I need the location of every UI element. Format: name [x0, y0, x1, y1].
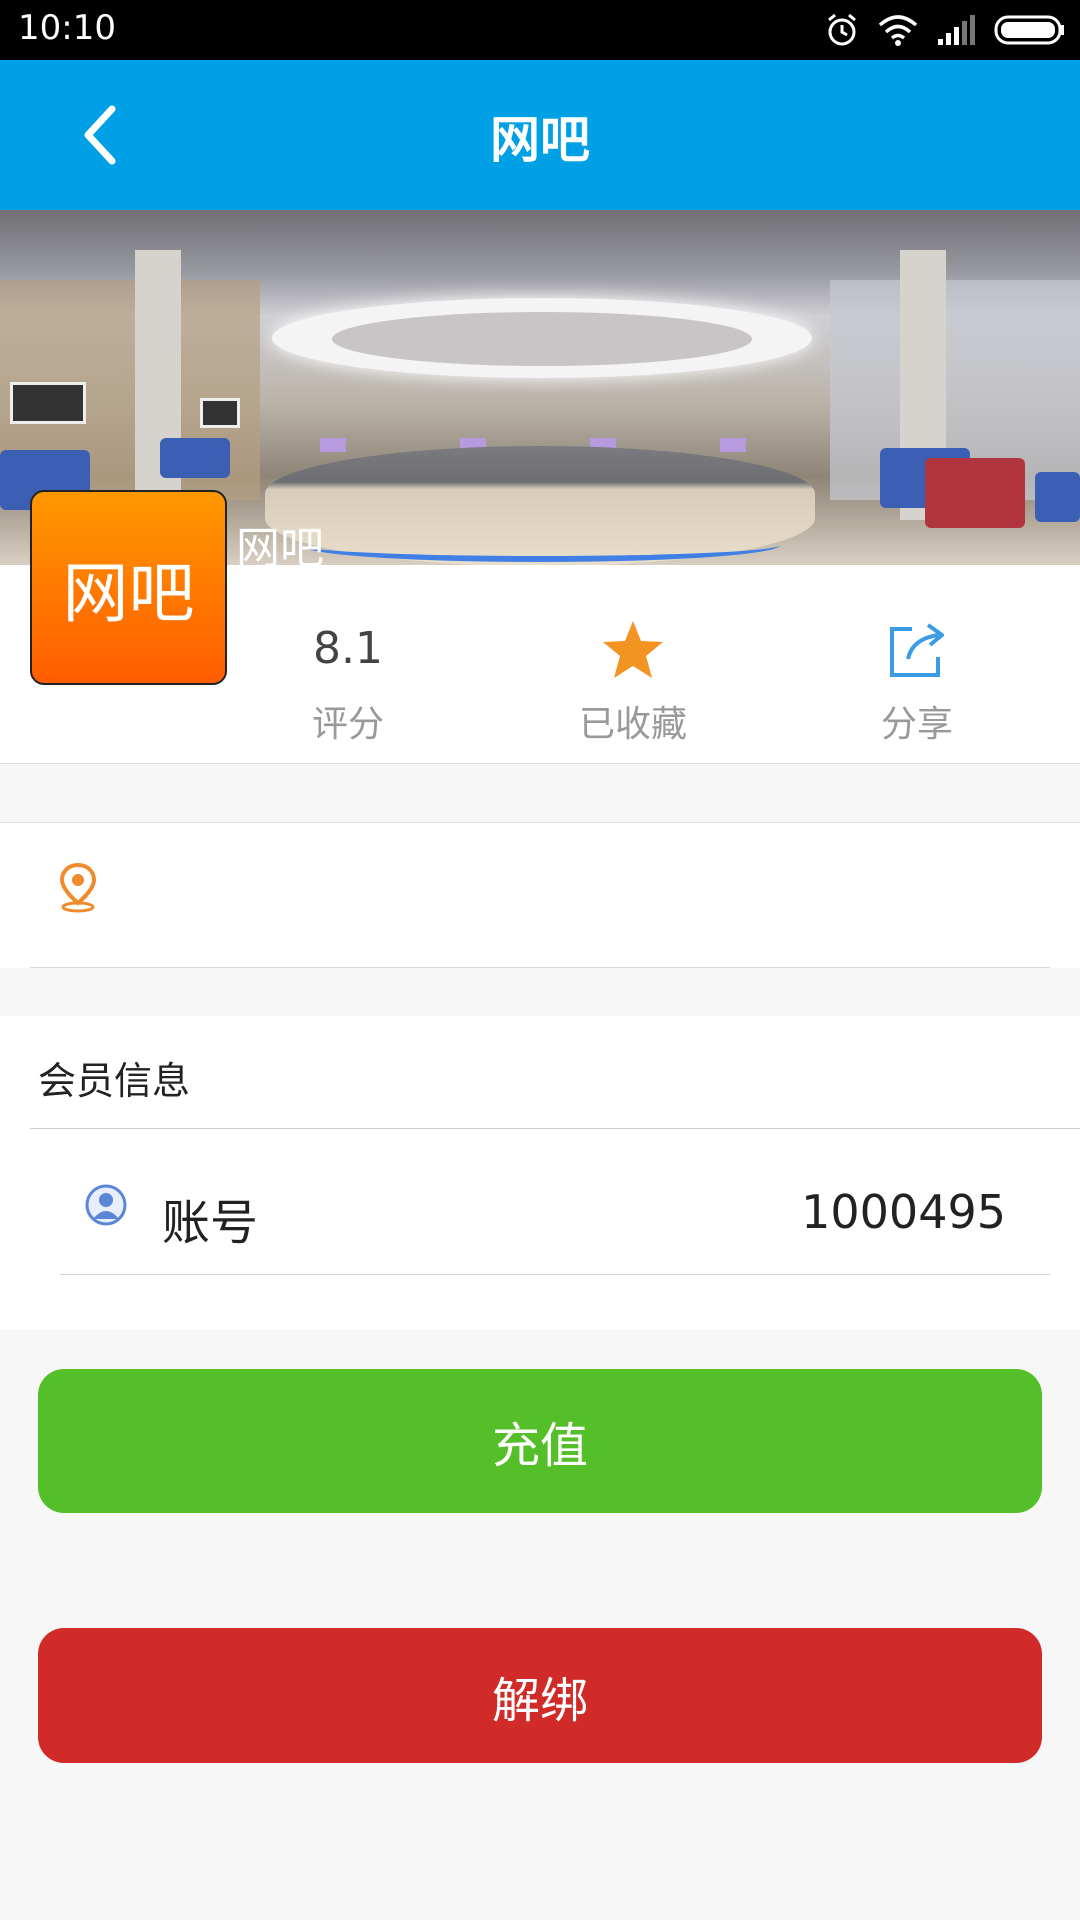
banner-seat — [925, 458, 1025, 528]
account-row: 账号 1000495 — [0, 1129, 1080, 1289]
alarm-icon — [828, 13, 856, 46]
divider — [30, 967, 1050, 968]
banner-monitor — [320, 438, 346, 452]
member-info-section: 会员信息 账号 1000495 — [0, 1016, 1080, 1330]
address-row[interactable] — [0, 822, 1080, 968]
divider — [60, 1274, 1050, 1275]
location-pin-icon — [59, 862, 97, 913]
rating-stat: 8.1 评分 — [248, 565, 448, 747]
page-title: 网吧 — [490, 111, 590, 169]
unbind-button[interactable]: 解绑 — [38, 1628, 1042, 1763]
banner-seat — [1035, 472, 1080, 522]
account-value: 1000495 — [801, 1185, 1006, 1239]
share-icon — [890, 623, 944, 677]
signal-icon — [938, 15, 975, 45]
wall-painting — [200, 398, 240, 428]
banner-seat — [160, 438, 230, 478]
shop-logo: 网吧 — [30, 490, 227, 685]
wall-painting — [10, 382, 86, 424]
shop-name: 网吧 — [236, 523, 324, 574]
recharge-button[interactable]: 充值 — [38, 1369, 1042, 1513]
banner-counter-light — [300, 528, 780, 562]
share-label: 分享 — [880, 704, 953, 745]
status-icons — [824, 10, 1066, 50]
favorite-label: 已收藏 — [578, 704, 687, 745]
user-icon — [85, 1184, 127, 1226]
rating-value: 8.1 — [313, 623, 383, 674]
member-info-title: 会员信息 — [38, 1059, 191, 1103]
banner-pillar — [135, 250, 181, 520]
favorite-button[interactable]: 已收藏 — [533, 565, 733, 747]
wifi-icon — [878, 15, 918, 46]
app-bar: 网吧 — [0, 60, 1080, 210]
rating-label: 评分 — [311, 704, 384, 745]
ceiling-light — [332, 312, 752, 366]
account-label: 账号 — [162, 1195, 259, 1251]
battery-icon — [994, 15, 1064, 45]
status-time: 10:10 — [18, 8, 116, 48]
status-bar: 10:10 — [0, 0, 1080, 60]
banner-monitor — [720, 438, 746, 452]
star-icon — [603, 621, 663, 678]
share-button[interactable]: 分享 — [817, 565, 1017, 747]
